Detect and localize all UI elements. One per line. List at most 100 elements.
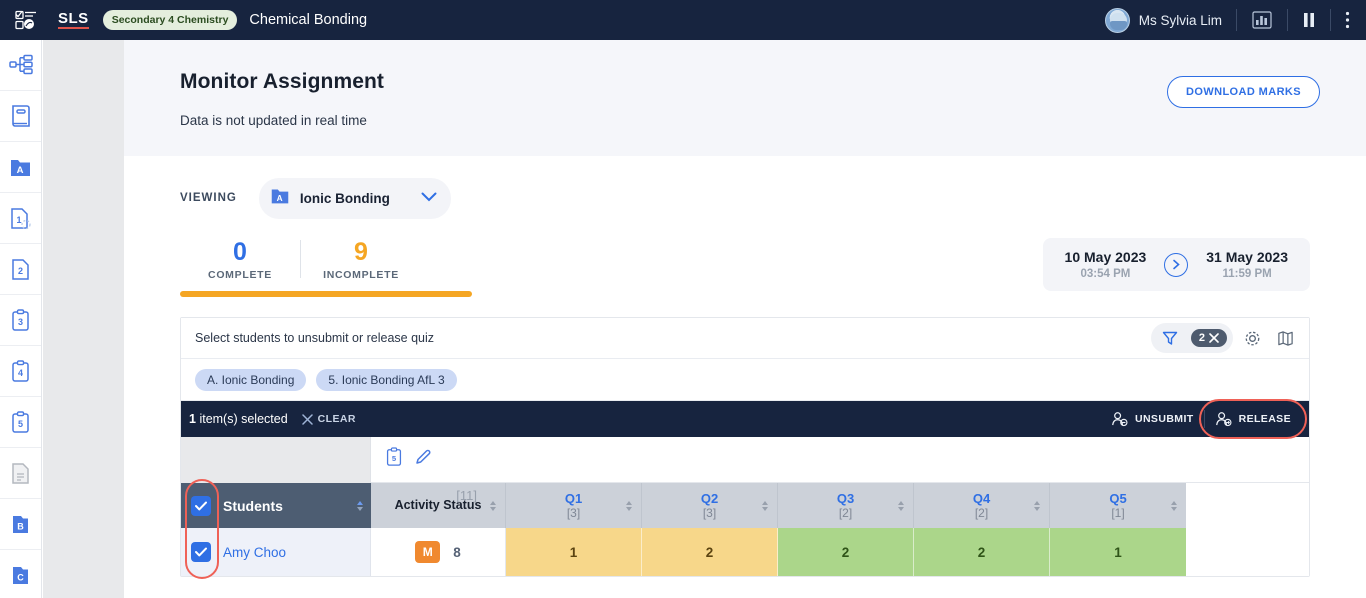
select-all-checkbox[interactable] [191,495,211,516]
map-icon[interactable] [1272,327,1299,350]
clear-label: CLEAR [317,413,356,425]
rail-gutter [43,40,124,598]
top-bar: SLS Secondary 4 Chemistry Chemical Bondi… [0,0,1366,40]
selection-bar: 1 item(s) selected CLEAR UNSUBMIT RELEAS… [181,399,1309,439]
filter-group: 2 [1150,323,1233,353]
q3-score-cell: 2 [778,528,914,576]
divider [1287,9,1288,31]
chevron-right-circle-icon[interactable] [1164,252,1189,277]
close-icon [301,413,313,425]
course-chip: Secondary 4 Chemistry [102,10,238,30]
release-label: RELEASE [1238,413,1291,425]
end-date: 31 May 2023 [1206,249,1288,265]
stat-complete: 0 COMPLETE [180,238,300,281]
pause-icon[interactable] [1302,12,1316,28]
table-row: Amy Choo M 8 1 2 2 2 1 [181,528,1309,576]
pen-icon[interactable] [414,448,432,471]
filter-chip[interactable]: A. Ionic Bonding [195,368,307,391]
q3-sort-toggle[interactable] [898,500,904,511]
selection-actions: UNSUBMIT RELEASE [1101,399,1307,439]
q1-label: Q1 [564,491,583,506]
q2-label: Q2 [700,491,719,506]
clear-selection-button[interactable]: CLEAR [301,413,356,425]
left-rail: A 1 2 3 4 5 B C [0,40,42,598]
person-plus-icon [1215,412,1232,427]
activity-icon-toolbar: 5 [371,437,1309,483]
filter-chip[interactable]: 5. Ionic Bonding AfL 3 [316,368,457,391]
q4-label: Q4 [972,491,991,506]
q3-label: Q3 [836,491,855,506]
stat-incomplete: 9 INCOMPLETE [301,238,421,281]
activity-score: 8 [453,544,461,560]
funnel-icon[interactable] [1157,327,1183,349]
svg-text:4: 4 [18,368,23,378]
q3-header: Q3 [2] [778,483,914,528]
q5-label: Q5 [1109,491,1127,506]
svg-text:2: 2 [18,266,23,276]
row-checkbox[interactable] [191,542,211,562]
sidebar-item-clipboard-3[interactable]: 3 [0,295,41,346]
table-header-row: Students [11] Activity Status Q1 [3] Q2 … [181,479,1309,579]
clipboard-5-icon[interactable]: 5 [385,447,403,472]
q5-sort-toggle[interactable] [1171,500,1177,511]
sidebar-item-folder-b[interactable]: B [0,499,41,550]
content-area: Monitor Assignment Data is not updated i… [124,40,1366,598]
sidebar-item-sitemap[interactable] [0,40,41,91]
svg-text:B: B [17,521,24,531]
students-header-label: Students [223,497,283,514]
student-name[interactable]: Amy Choo [223,545,286,560]
start-time: 03:54 PM [1080,268,1131,280]
q4-max: [2] [974,506,989,520]
filter-count-pill[interactable]: 2 [1190,329,1227,347]
viewing-selected-value: Ionic Bonding [299,190,390,206]
start-date-block: 10 May 2023 03:54 PM [1065,249,1147,280]
sidebar-item-folder-a[interactable]: A [0,142,41,193]
assignment-menu-icon[interactable] [8,10,44,30]
top-bar-right: Ms Sylvia Lim [1104,0,1356,40]
panel-tools: 2 [1150,323,1299,353]
q3-max: [2] [838,506,853,520]
q1-sort-toggle[interactable] [626,500,632,511]
q2-sort-toggle[interactable] [762,500,768,511]
q4-sort-toggle[interactable] [1034,500,1040,511]
download-marks-button[interactable]: DOWNLOAD MARKS [1167,76,1320,108]
students-sort-toggle[interactable] [357,500,363,511]
q2-max: [3] [702,506,717,520]
sidebar-item-page-1[interactable]: 1 [0,193,41,244]
user-avatar[interactable] [1104,7,1130,33]
sls-logo[interactable]: SLS [58,11,89,29]
release-button[interactable]: RELEASE [1205,405,1301,433]
lesson-title: Chemical Bonding [249,12,368,28]
unsubmit-button[interactable]: UNSUBMIT [1101,405,1204,433]
filter-chips: A. Ionic Bonding 5. Ionic Bonding AfL 3 [181,359,1309,401]
sidebar-item-page-2[interactable]: 2 [0,244,41,295]
svg-text:3: 3 [18,317,23,327]
divider [1330,9,1331,31]
q2-score-cell: 2 [642,528,778,576]
end-date-block: 31 May 2023 11:59 PM [1206,249,1288,280]
gear-icon[interactable] [1239,327,1266,350]
incomplete-value: 9 [354,238,368,266]
viewing-select[interactable]: A Ionic Bonding [258,177,451,219]
sidebar-item-book[interactable] [0,91,41,142]
q2-header: Q2 [3] [642,483,778,528]
sidebar-item-folder-c[interactable]: C [0,550,41,598]
activity-sort-toggle[interactable] [490,500,496,511]
sidebar-item-document[interactable] [0,448,41,499]
bar-chart-icon[interactable] [1251,11,1273,29]
more-vertical-icon[interactable] [1345,11,1350,29]
complete-value: 0 [233,238,247,266]
user-name[interactable]: Ms Sylvia Lim [1139,13,1222,28]
chevron-down-icon [421,189,437,207]
activity-status-header: [11] Activity Status [371,483,506,528]
sidebar-item-clipboard-4[interactable]: 4 [0,346,41,397]
q1-max: [3] [566,506,581,520]
unsubmit-label: UNSUBMIT [1134,413,1194,425]
q5-score-cell: 1 [1050,528,1186,576]
filter-count: 2 [1198,332,1205,344]
viewing-row: VIEWING A Ionic Bonding [180,156,1310,219]
sidebar-item-clipboard-5[interactable]: 5 [0,397,41,448]
students-header-cell: Students [181,479,371,579]
release-button-wrapper: RELEASE [1198,399,1307,439]
q4-header: Q4 [2] [914,483,1050,528]
